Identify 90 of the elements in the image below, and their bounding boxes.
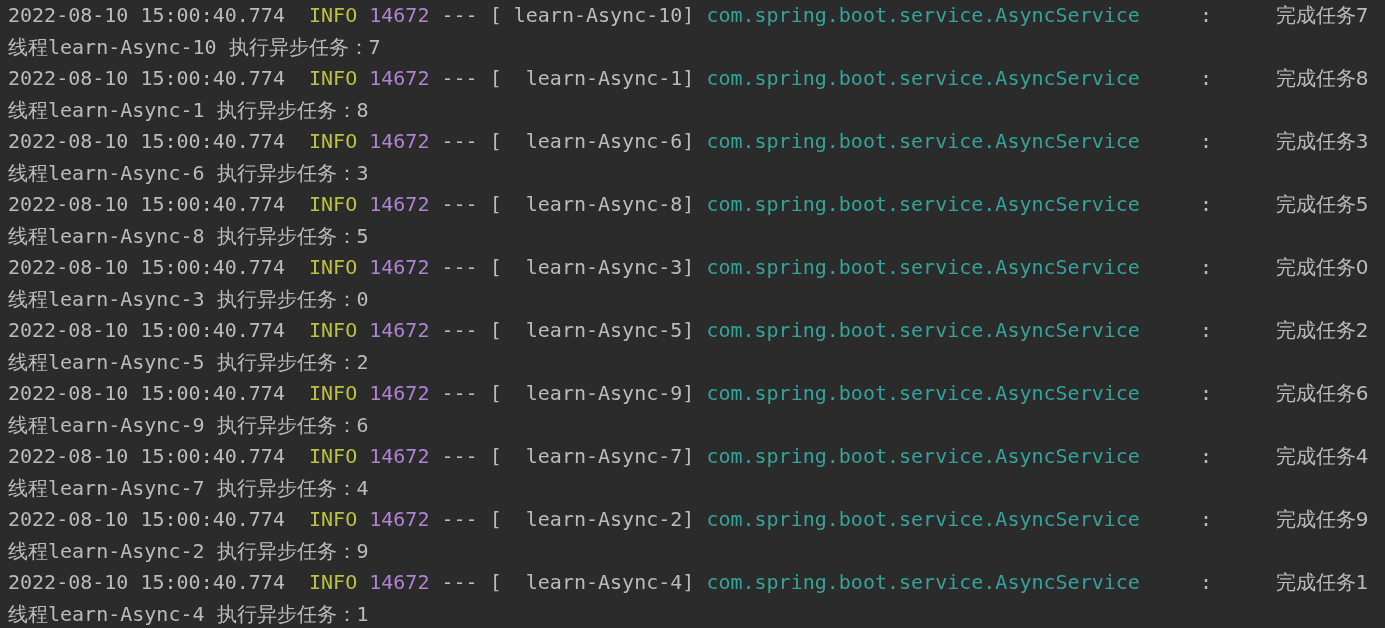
log-level: INFO (309, 191, 358, 218)
thread-name: [ learn-Async-6] (489, 128, 695, 155)
thread-name: [ learn-Async-10] (489, 2, 695, 29)
log-timestamp: 2022-08-10 15:00:40.774 (8, 2, 285, 29)
log-separator: --- (441, 2, 478, 29)
log-separator: --- (441, 380, 478, 407)
console-output-line: 线程learn-Async-2 执行异步任务：9 (8, 537, 369, 565)
console-output-line: 线程learn-Async-3 执行异步任务：0 (8, 285, 369, 313)
log-level: INFO (309, 443, 358, 470)
process-id: 14672 (369, 317, 430, 344)
thread-name: [ learn-Async-9] (489, 380, 695, 407)
log-message: 完成任务4 (1275, 443, 1369, 470)
process-id: 14672 (369, 65, 430, 92)
log-message: 完成任务9 (1275, 506, 1369, 533)
thread-name: [ learn-Async-3] (489, 254, 695, 281)
thread-name: [ learn-Async-1] (489, 65, 695, 92)
log-colon: : (1200, 65, 1213, 92)
log-message: 完成任务7 (1275, 2, 1369, 29)
log-timestamp: 2022-08-10 15:00:40.774 (8, 191, 285, 218)
logger-name: com.spring.boot.service.AsyncService (706, 380, 1141, 407)
console-output-line: 线程learn-Async-4 执行异步任务：1 (8, 600, 369, 628)
log-timestamp: 2022-08-10 15:00:40.774 (8, 443, 285, 470)
log-level: INFO (309, 506, 358, 533)
log-timestamp: 2022-08-10 15:00:40.774 (8, 569, 285, 596)
process-id: 14672 (369, 380, 430, 407)
log-colon: : (1200, 191, 1213, 218)
log-message: 完成任务0 (1275, 254, 1369, 281)
thread-name: [ learn-Async-7] (489, 443, 695, 470)
log-message: 完成任务6 (1275, 380, 1369, 407)
log-timestamp: 2022-08-10 15:00:40.774 (8, 380, 285, 407)
thread-name: [ learn-Async-8] (489, 191, 695, 218)
logger-name: com.spring.boot.service.AsyncService (706, 506, 1141, 533)
process-id: 14672 (369, 506, 430, 533)
logger-name: com.spring.boot.service.AsyncService (706, 569, 1141, 596)
log-separator: --- (441, 65, 478, 92)
thread-name: [ learn-Async-5] (489, 317, 695, 344)
log-colon: : (1200, 569, 1213, 596)
log-level: INFO (309, 317, 358, 344)
process-id: 14672 (369, 443, 430, 470)
log-message: 完成任务1 (1275, 569, 1369, 596)
logger-name: com.spring.boot.service.AsyncService (706, 2, 1141, 29)
logger-name: com.spring.boot.service.AsyncService (706, 317, 1141, 344)
logger-name: com.spring.boot.service.AsyncService (706, 128, 1141, 155)
logger-name: com.spring.boot.service.AsyncService (706, 191, 1141, 218)
log-level: INFO (309, 2, 358, 29)
console-output-line: 线程learn-Async-10 执行异步任务：7 (8, 33, 381, 61)
log-timestamp: 2022-08-10 15:00:40.774 (8, 317, 285, 344)
log-colon: : (1200, 380, 1213, 407)
console-output-line: 线程learn-Async-5 执行异步任务：2 (8, 348, 369, 376)
process-id: 14672 (369, 191, 430, 218)
log-colon: : (1200, 443, 1213, 470)
thread-name: [ learn-Async-4] (489, 569, 695, 596)
log-colon: : (1200, 506, 1213, 533)
log-separator: --- (441, 443, 478, 470)
log-colon: : (1200, 2, 1213, 29)
log-timestamp: 2022-08-10 15:00:40.774 (8, 65, 285, 92)
log-timestamp: 2022-08-10 15:00:40.774 (8, 506, 285, 533)
process-id: 14672 (369, 254, 430, 281)
process-id: 14672 (369, 2, 430, 29)
log-separator: --- (441, 128, 478, 155)
log-level: INFO (309, 128, 358, 155)
logger-name: com.spring.boot.service.AsyncService (706, 65, 1141, 92)
logger-name: com.spring.boot.service.AsyncService (706, 254, 1141, 281)
process-id: 14672 (369, 569, 430, 596)
log-level: INFO (309, 65, 358, 92)
log-level: INFO (309, 569, 358, 596)
log-separator: --- (441, 569, 478, 596)
log-separator: --- (441, 317, 478, 344)
log-message: 完成任务3 (1275, 128, 1369, 155)
console-output-line: 线程learn-Async-9 执行异步任务：6 (8, 411, 369, 439)
log-colon: : (1200, 128, 1213, 155)
thread-name: [ learn-Async-2] (489, 506, 695, 533)
console-output-line: 线程learn-Async-6 执行异步任务：3 (8, 159, 369, 187)
log-separator: --- (441, 191, 478, 218)
console-output-line: 线程learn-Async-1 执行异步任务：8 (8, 96, 369, 124)
log-timestamp: 2022-08-10 15:00:40.774 (8, 128, 285, 155)
log-colon: : (1200, 317, 1213, 344)
log-separator: --- (441, 254, 478, 281)
console-output-line: 线程learn-Async-7 执行异步任务：4 (8, 474, 369, 502)
process-id: 14672 (369, 128, 430, 155)
log-separator: --- (441, 506, 478, 533)
log-level: INFO (309, 254, 358, 281)
log-message: 完成任务2 (1275, 317, 1369, 344)
log-colon: : (1200, 254, 1213, 281)
log-message: 完成任务8 (1275, 65, 1369, 92)
logger-name: com.spring.boot.service.AsyncService (706, 443, 1141, 470)
log-timestamp: 2022-08-10 15:00:40.774 (8, 254, 285, 281)
log-level: INFO (309, 380, 358, 407)
log-message: 完成任务5 (1275, 191, 1369, 218)
console-output-line: 线程learn-Async-8 执行异步任务：5 (8, 222, 369, 250)
